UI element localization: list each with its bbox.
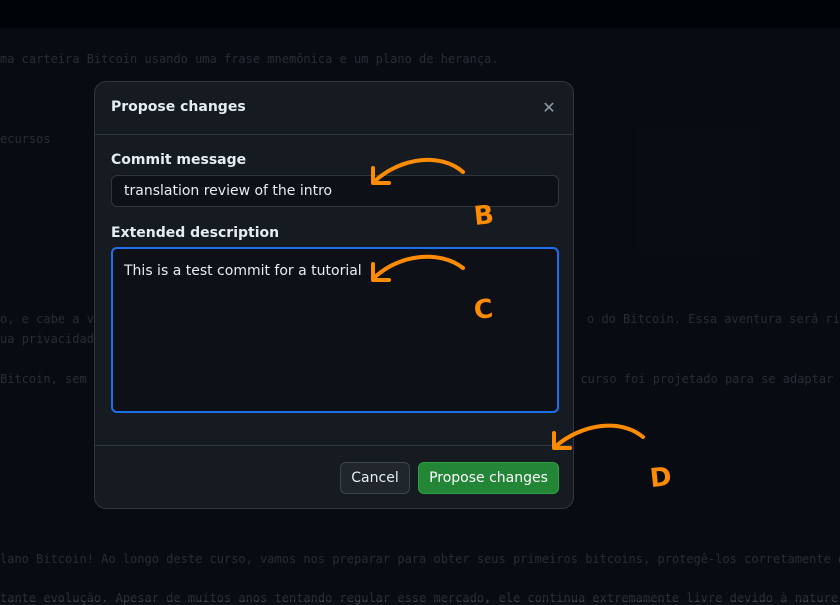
annotation-letter-b: B (472, 200, 496, 232)
close-icon[interactable]: ✕ (539, 98, 559, 118)
dialog-header: Propose changes ✕ (95, 82, 573, 135)
annotation-letter-c: C (472, 294, 495, 326)
dialog-footer: Cancel Propose changes (95, 445, 573, 510)
annotation-letter-d: D (648, 461, 674, 495)
cancel-button[interactable]: Cancel (340, 462, 410, 494)
propose-changes-dialog: Propose changes ✕ Commit message transla… (94, 81, 574, 509)
extended-description-label: Extended description (111, 225, 280, 241)
dialog-title: Propose changes (111, 99, 246, 115)
propose-changes-button[interactable]: Propose changes (418, 462, 559, 494)
commit-message-label: Commit message (111, 152, 247, 168)
extended-description-textarea[interactable]: This is a test commit for a tutorial (111, 247, 559, 413)
